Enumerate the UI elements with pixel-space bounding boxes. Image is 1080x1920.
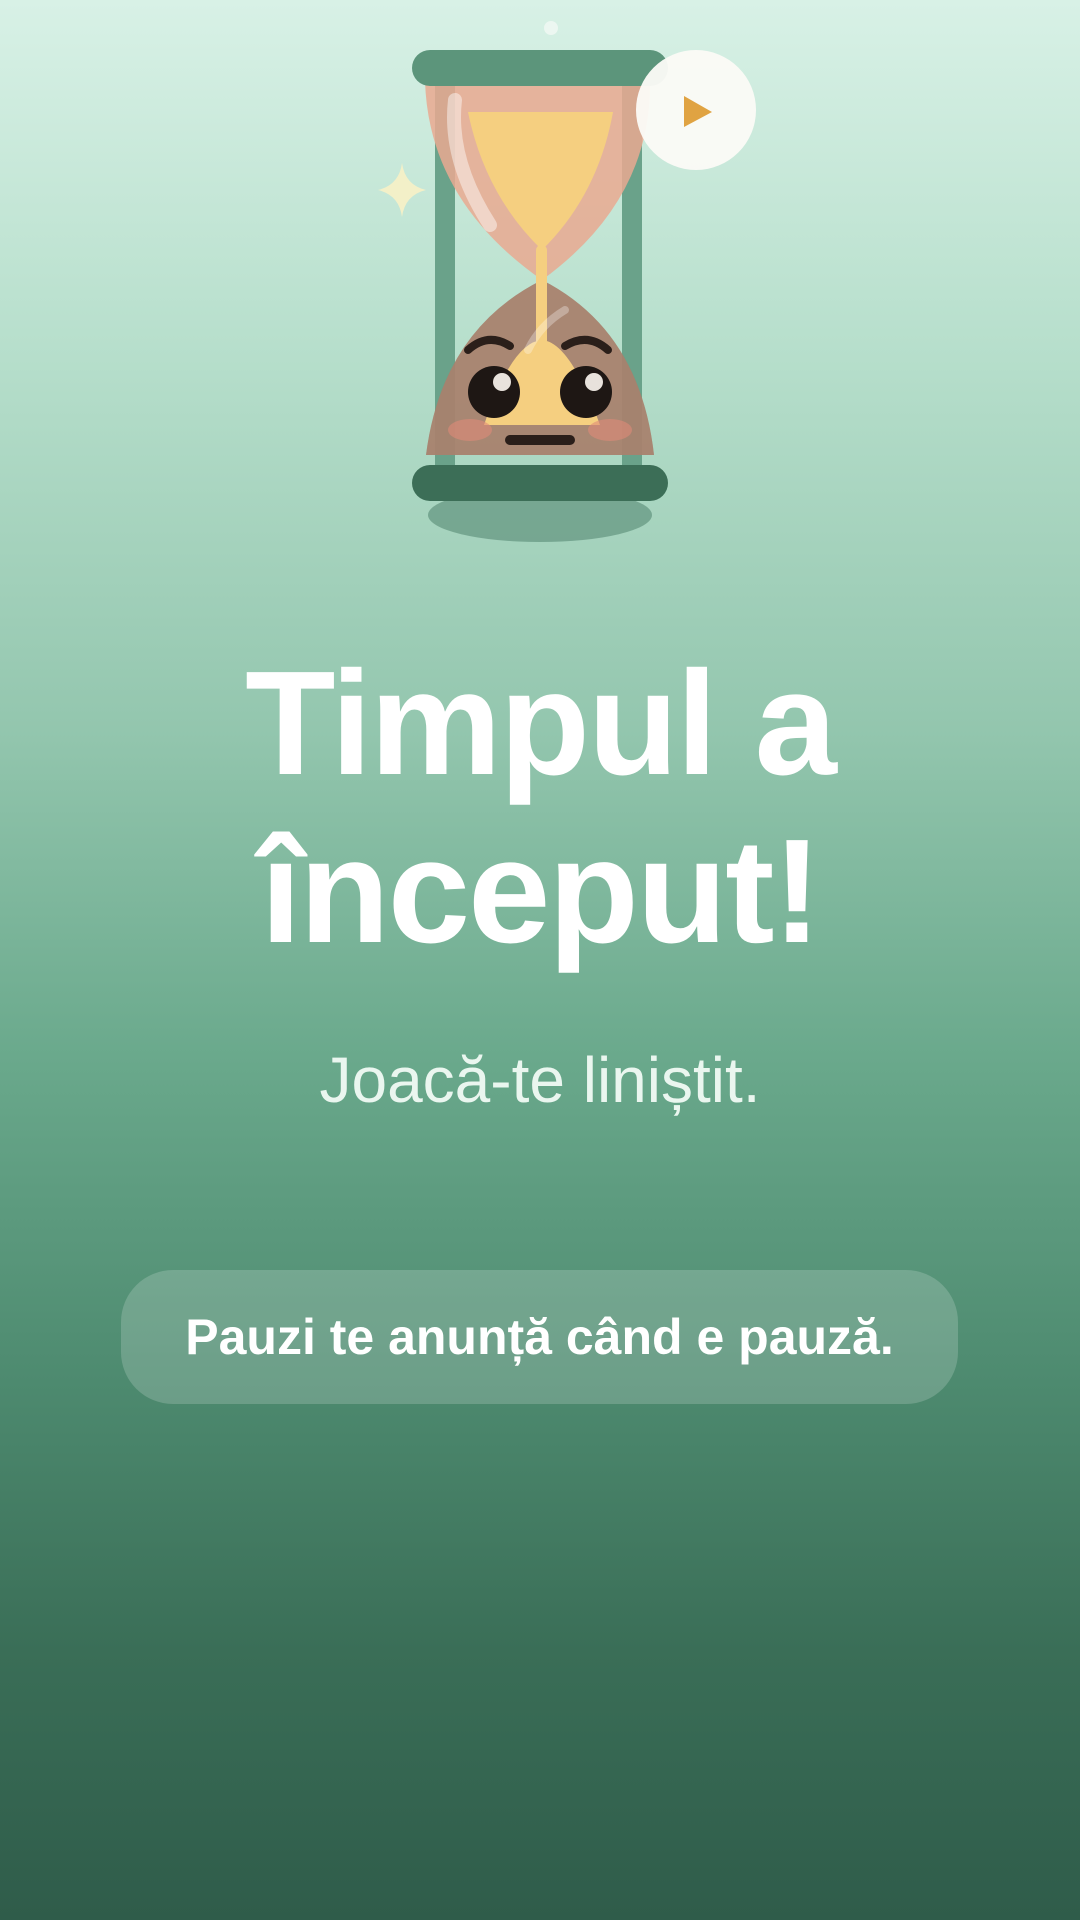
play-icon <box>636 50 756 170</box>
subtitle: Joacă-te liniștit. <box>319 1044 761 1116</box>
page-title-line-2: început! <box>260 809 822 974</box>
page-title-line-1: Timpul a <box>245 641 837 806</box>
page-title: Timpul a început! <box>60 640 1020 976</box>
pause-notice-banner: Pauzi te anunță când e pauză. <box>121 1270 958 1404</box>
timer-started-screen: Timpul a început! Joacă-te liniștit. Pau… <box>0 0 1080 1920</box>
hourglass-mascot-illustration <box>360 10 780 550</box>
pause-notice-text: Pauzi te anunță când e pauză. <box>185 1309 894 1365</box>
sparkle-icon <box>378 163 426 217</box>
